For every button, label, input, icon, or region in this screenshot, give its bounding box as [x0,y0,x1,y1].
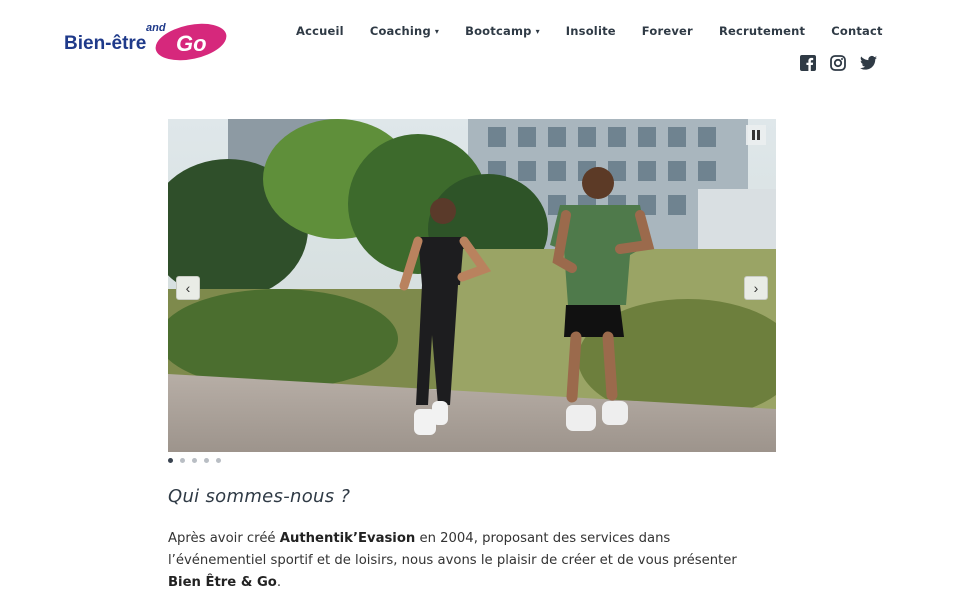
nav-item-recrutement[interactable]: Recrutement [719,24,805,38]
company-name: Authentik’Evasion [279,531,416,546]
slider-dot[interactable] [192,458,197,463]
nav-label: Insolite [565,24,616,38]
image-slider[interactable]: ‹ › [168,119,776,452]
nav-label: Recrutement [718,24,806,38]
pause-button[interactable] [746,125,766,145]
main-nav: Accueil Coaching ▾ Bootcamp ▾ Insolite For… [296,24,883,38]
pause-icon [752,130,760,140]
slider-dot[interactable] [168,458,173,463]
nav-item-accueil[interactable]: Accueil [296,24,344,38]
slider-prev-button[interactable]: ‹ [176,276,200,300]
logo[interactable]: Bien-être and Go [64,18,234,68]
logo-text: Bien-être [64,33,146,54]
chevron-left-icon: ‹ [185,280,191,296]
slider-pagination [168,458,221,463]
logo-and-text: and [146,22,166,34]
chevron-right-icon: › [753,280,759,296]
nav-item-contact[interactable]: Contact [831,24,883,38]
nav-label: Accueil [296,24,344,38]
slider-next-button[interactable]: › [744,276,768,300]
intro-paragraph: Après avoir créé Authentik’Evasion en 20… [168,528,768,594]
chevron-down-icon: ▾ [535,26,540,36]
slider-dot[interactable] [204,458,209,463]
facebook-icon[interactable] [800,55,818,71]
section-heading: Qui sommes-nous ? [168,486,351,507]
slider-dot[interactable] [180,458,185,463]
slider-dot[interactable] [216,458,221,463]
chevron-down-icon: ▾ [434,26,440,36]
nav-item-forever[interactable]: Forever [642,24,693,38]
nav-item-bootcamp[interactable]: Bootcamp ▾ [465,24,540,38]
nav-label: Coaching [369,24,431,38]
instagram-icon[interactable] [830,55,848,71]
paragraph-text: . [276,575,282,590]
nav-item-insolite[interactable]: Insolite [566,24,616,38]
logo-go-text: Go [176,31,207,56]
nav-item-coaching[interactable]: Coaching ▾ [370,24,439,38]
nav-label: Bootcamp [465,24,532,38]
nav-label: Forever [641,24,693,38]
twitter-icon[interactable] [860,55,878,71]
brand-name: Bien Être & Go [168,575,277,590]
paragraph-text: Après avoir créé [168,531,280,546]
nav-label: Contact [831,24,883,38]
social-links [800,55,878,71]
slide-image [168,119,776,452]
